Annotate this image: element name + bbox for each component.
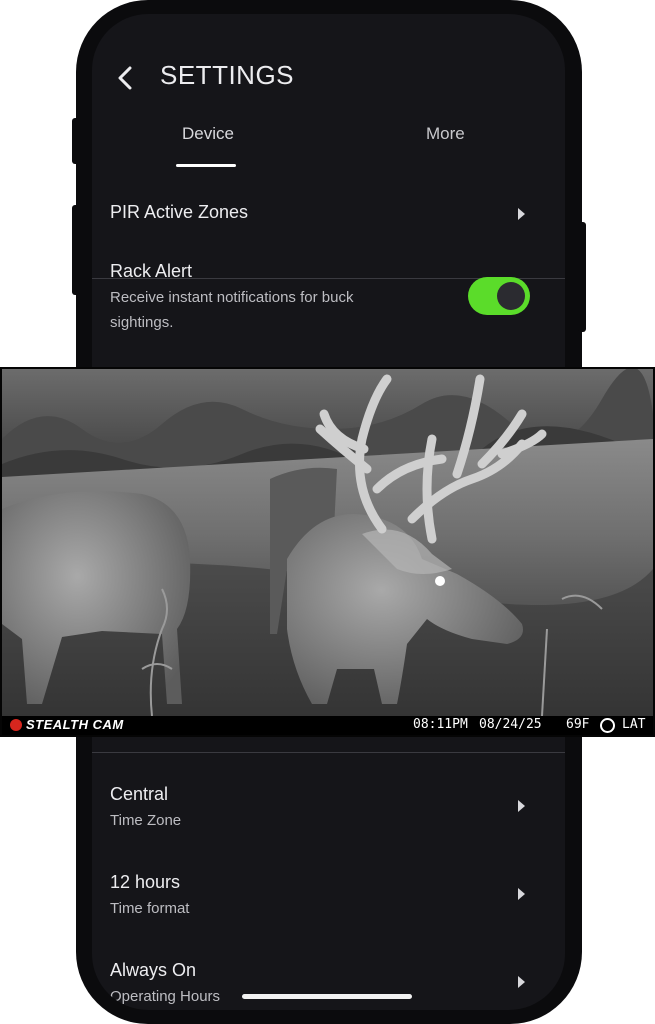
photo-location: LAT: [622, 717, 646, 732]
chevron-right-icon: [518, 976, 525, 988]
setting-title: PIR Active Zones: [110, 202, 249, 222]
chevron-left-icon: [118, 66, 132, 90]
setting-row-time-format[interactable]: 12 hours Time format: [92, 870, 565, 926]
photo-info-bar: STEALTH CAM 08:11PM 08/24/25 69F LAT: [2, 716, 653, 735]
back-button[interactable]: [114, 64, 138, 92]
setting-value: 12 hours: [110, 872, 181, 892]
phone-side-button-left: [72, 118, 80, 164]
tab-more[interactable]: More: [426, 124, 465, 144]
toggle-knob: [497, 282, 525, 310]
tab-bar: Device More: [92, 124, 565, 279]
photo-date: 08/24/25: [479, 717, 542, 732]
setting-label: Operating Hours: [110, 988, 221, 1005]
setting-row-time-zone[interactable]: Central Time Zone: [92, 782, 565, 838]
stealth-cam-logo-icon: [10, 719, 22, 731]
stealth-cam-logo: STEALTH CAM: [10, 717, 124, 732]
setting-value: Central: [110, 784, 169, 804]
deer-photo-image: [2, 369, 653, 716]
section-divider: [92, 752, 565, 753]
setting-row-pir-active-zones[interactable]: PIR Active Zones: [92, 200, 565, 230]
setting-subtitle-line1: Receive instant notifications for buck: [110, 289, 354, 306]
setting-label: Time format: [110, 900, 190, 917]
setting-subtitle-line2: sightings.: [110, 314, 174, 331]
app-header: SETTINGS: [92, 58, 565, 98]
phone-side-button-left-lower: [72, 205, 80, 295]
setting-title: Rack Alert: [110, 261, 193, 281]
chevron-right-icon: [518, 888, 525, 900]
chevron-right-icon: [518, 208, 525, 220]
setting-row-operating-hours[interactable]: Always On Operating Hours: [92, 958, 565, 1010]
tab-device[interactable]: Device: [182, 124, 234, 144]
active-tab-indicator: [176, 164, 236, 167]
page-title: SETTINGS: [160, 60, 295, 90]
trail-cam-photo: STEALTH CAM 08:11PM 08/24/25 69F LAT: [0, 367, 655, 737]
photo-temperature: 69F: [566, 717, 590, 732]
chevron-right-icon: [518, 800, 525, 812]
rack-alert-toggle[interactable]: [468, 277, 530, 315]
phone-side-button-right: [578, 222, 586, 332]
setting-value: Always On: [110, 960, 197, 980]
setting-label: Time Zone: [110, 812, 182, 829]
photo-time: 08:11PM: [413, 717, 468, 732]
moon-phase-icon: [600, 718, 615, 733]
home-indicator: [242, 994, 412, 999]
